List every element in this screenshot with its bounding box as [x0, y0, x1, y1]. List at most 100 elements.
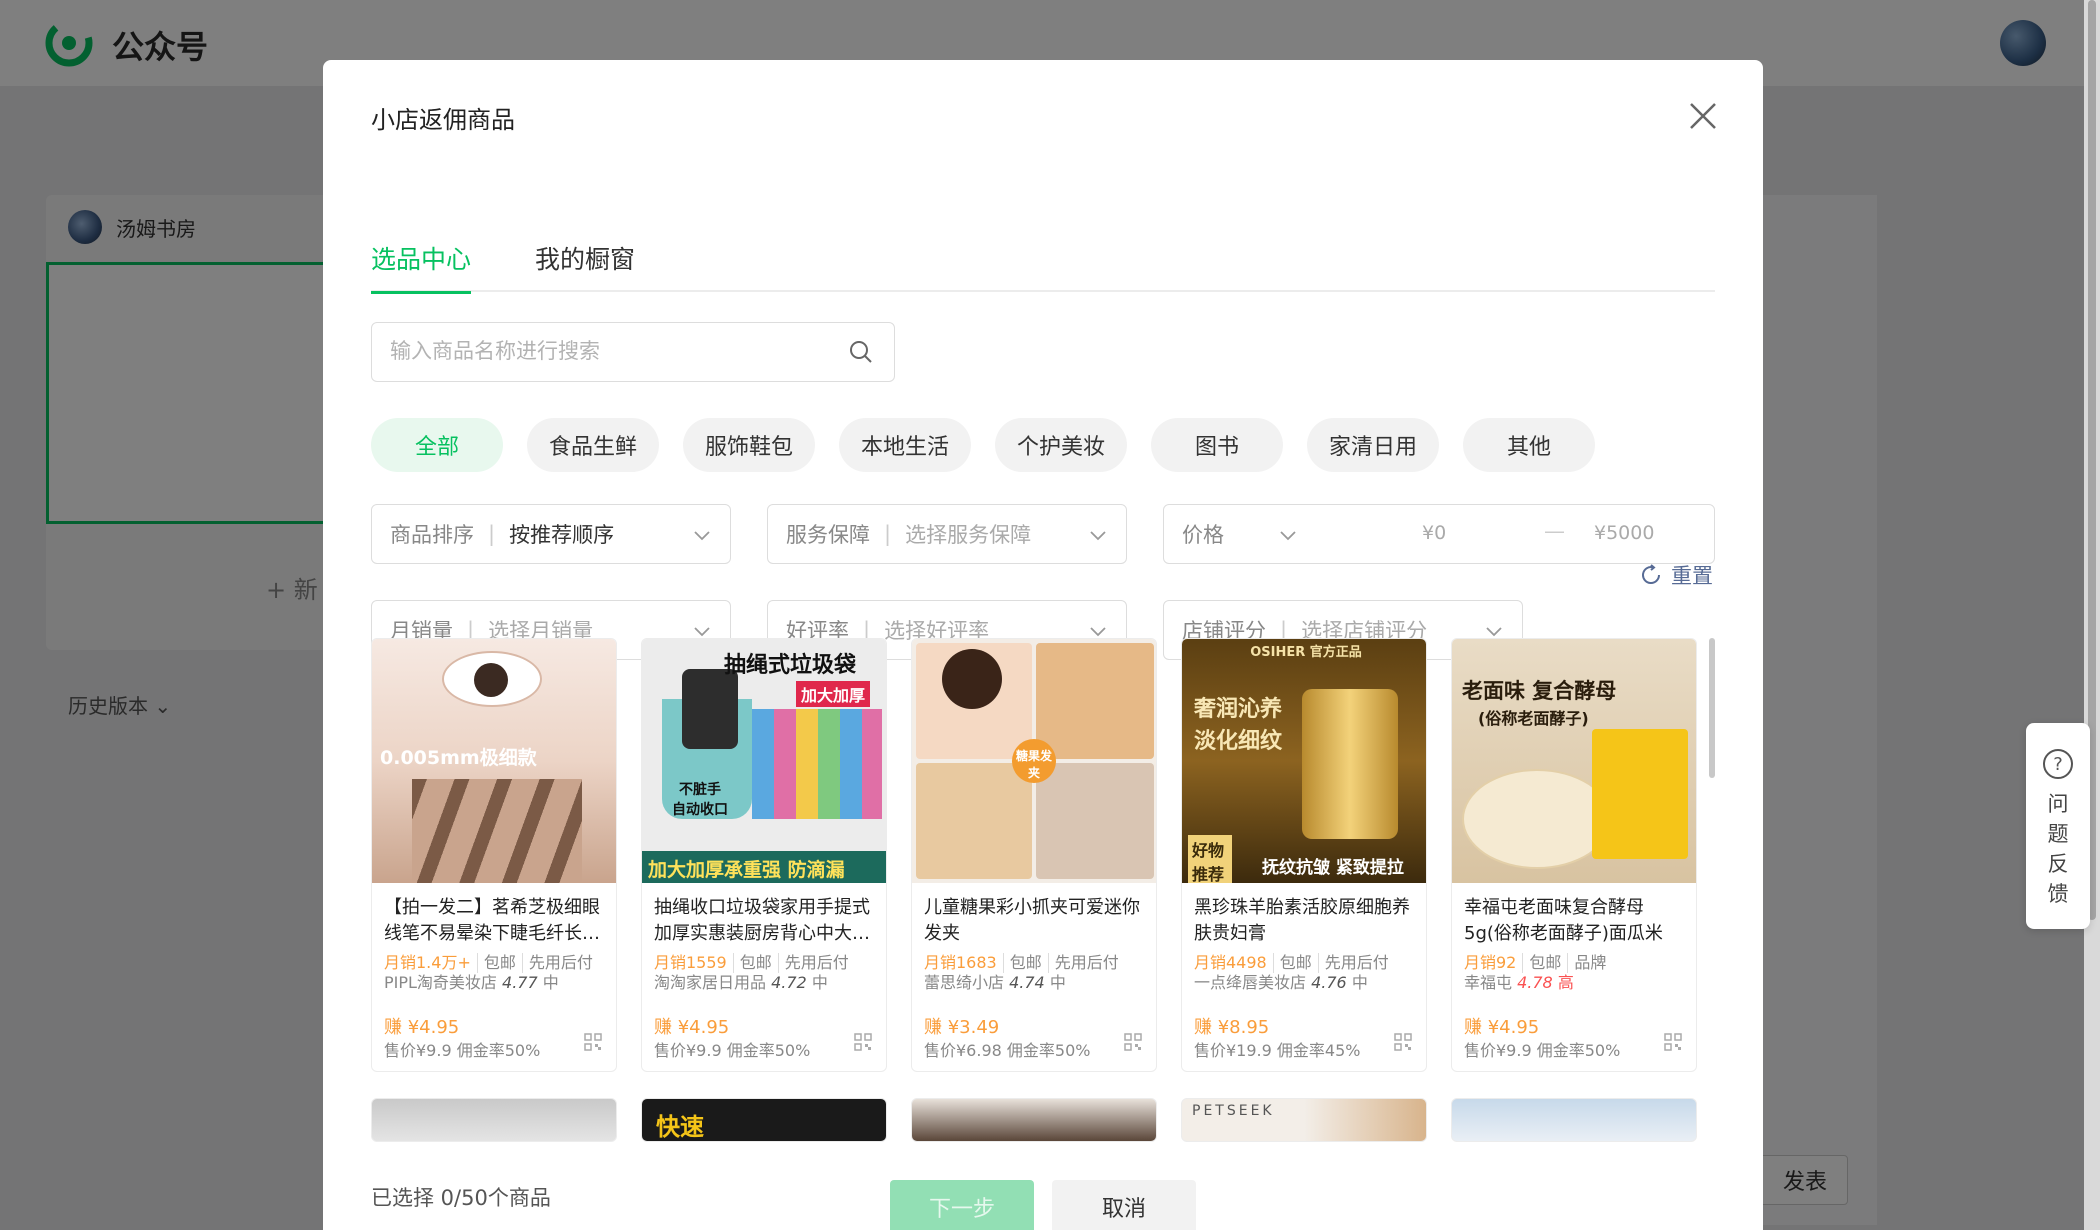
category-apparel[interactable]: 服饰鞋包	[683, 418, 815, 472]
tag-pay-later: 先用后付	[1317, 953, 1389, 973]
category-beauty[interactable]: 个护美妆	[995, 418, 1127, 472]
tab-selection-center[interactable]: 选品中心	[371, 180, 472, 294]
page-scrollbar[interactable]	[2084, 0, 2100, 1230]
tag-free-shipping: 包邮	[732, 953, 772, 973]
reset-label: 重置	[1671, 564, 1713, 588]
tag-free-shipping: 包邮	[1522, 953, 1561, 973]
product-card[interactable]: 抽绳式垃圾袋 加大加厚 不脏手 自动收口 加大加厚承重强 防滴漏 抽绳收口垃圾袋…	[641, 638, 887, 1072]
tag-brand: 品牌	[1567, 953, 1606, 973]
tab-my-showcase[interactable]: 我的橱窗	[535, 180, 635, 292]
price-commission: 售价¥6.98 佣金率50%	[924, 1041, 1091, 1060]
product-name: 幸福屯老面味复合酵母5g(俗称老面酵子)面瓜米酒…	[1464, 897, 1663, 944]
score-level: 中	[811, 973, 828, 992]
question-icon: ?	[2043, 749, 2073, 779]
chevron-down-icon	[694, 531, 710, 541]
close-icon[interactable]	[1685, 98, 1721, 134]
price-commission: 售价¥9.9 佣金率50%	[384, 1041, 541, 1060]
price-min-input[interactable]: ¥0	[1422, 522, 1446, 544]
tag-free-shipping: 包邮	[476, 953, 516, 973]
search-input[interactable]	[390, 323, 830, 379]
shop-name: PIPL淘奇美妆店	[384, 973, 497, 992]
product-meta: 月销1683 包邮 先用后付	[924, 953, 1144, 973]
category-all[interactable]: 全部	[371, 418, 503, 472]
category-local-life[interactable]: 本地生活	[839, 418, 971, 472]
tab-bar: 选品中心 我的橱窗	[371, 180, 1715, 294]
qr-code-icon[interactable]	[854, 1033, 872, 1051]
category-books[interactable]: 图书	[1151, 418, 1283, 472]
product-card[interactable]: 糖果发夹 儿童糖果彩小抓夹可爱迷你发夹 月销1683 包邮 先用后付 蕾思绮小店…	[911, 638, 1157, 1072]
monthly-sales: 月销4498	[1194, 953, 1267, 972]
monthly-sales: 月销1683	[924, 953, 997, 972]
shop-info: 一点绛唇美妆店 4.76 中	[1194, 973, 1414, 993]
product-image: 0.005mm极细款	[372, 639, 616, 883]
product-image: OSIHER 官方正品 奢润沁养 淡化细纹 好物推荐 抚纹抗皱 紧致提拉	[1182, 639, 1426, 883]
product-card[interactable]: 老面味 复合酵母 (俗称老面酵子) 幸福屯老面味复合酵母5g(俗称老面酵子)面瓜…	[1451, 638, 1697, 1072]
qr-code-icon[interactable]	[1124, 1033, 1142, 1051]
category-household[interactable]: 家清日用	[1307, 418, 1439, 472]
tag-pay-later: 先用后付	[777, 953, 849, 973]
qr-code-icon[interactable]	[584, 1033, 602, 1051]
category-food[interactable]: 食品生鲜	[527, 418, 659, 472]
product-card[interactable]	[911, 1098, 1157, 1142]
tag-free-shipping: 包邮	[1272, 953, 1312, 973]
product-meta: 月销1559 包邮 先用后付	[654, 953, 874, 973]
score-level: 中	[1351, 973, 1368, 992]
modal-title: 小店返佣商品	[371, 106, 515, 134]
product-card[interactable]: 快速	[641, 1098, 887, 1142]
product-name: 黑珍珠羊胎素活胶原细胞养肤贵妇膏	[1194, 897, 1410, 944]
product-card[interactable]	[371, 1098, 617, 1142]
reset-button[interactable]: 重置	[1639, 560, 1713, 590]
image-caption: 老面味 复合酵母	[1462, 679, 1617, 703]
chevron-down-icon[interactable]	[1278, 525, 1298, 545]
service-select[interactable]: 服务保障 | 选择服务保障	[767, 504, 1127, 564]
product-card[interactable]: PETSEEK	[1181, 1098, 1427, 1142]
product-name: 【拍一发二】茗希芝极细眼线笔不易晕染下睫毛纤长…	[384, 897, 600, 944]
shop-info: PIPL淘奇美妆店 4.77 中	[384, 973, 604, 993]
next-step-button[interactable]: 下一步	[890, 1180, 1034, 1230]
shop-name: 淘淘家居日用品	[654, 973, 767, 992]
shop-info: 蕾思绮小店 4.74 中	[924, 973, 1144, 993]
commission-earn: 赚 ¥3.49	[924, 1017, 1000, 1038]
sort-select[interactable]: 商品排序 | 按推荐顺序	[371, 504, 731, 564]
feedback-widget[interactable]: ? 问题反馈	[2026, 723, 2090, 929]
monthly-sales: 月销1559	[654, 953, 727, 972]
image-caption-4: 抚纹抗皱 紧致提拉	[1262, 858, 1404, 878]
image-caption: PETSEEK	[1192, 1103, 1275, 1119]
shop-info: 幸福屯 4.78 高	[1464, 973, 1684, 993]
service-placeholder: 选择服务保障	[905, 523, 1032, 547]
category-other[interactable]: 其他	[1463, 418, 1595, 472]
feedback-label: 问题反馈	[2047, 792, 2069, 906]
tag-free-shipping: 包邮	[1002, 953, 1042, 973]
product-grid: 0.005mm极细款 【拍一发二】茗希芝极细眼线笔不易晕染下睫毛纤长… 月销1.…	[371, 638, 1715, 1142]
monthly-sales: 月销92	[1464, 953, 1517, 972]
price-dash: —	[1544, 519, 1565, 543]
search-icon[interactable]	[848, 339, 874, 365]
commission-earn: 赚 ¥4.95	[384, 1017, 460, 1038]
image-caption-3: 好物推荐	[1188, 835, 1232, 883]
shop-name: 蕾思绮小店	[924, 973, 1005, 992]
shop-name: 一点绛唇美妆店	[1194, 973, 1307, 992]
score-level: 中	[542, 973, 559, 992]
tag-pay-later: 先用后付	[521, 953, 593, 973]
image-caption-4: 不脏手 自动收口	[672, 782, 728, 818]
product-card[interactable]	[1451, 1098, 1697, 1142]
cancel-button[interactable]: 取消	[1052, 1180, 1196, 1230]
qr-code-icon[interactable]	[1664, 1033, 1682, 1051]
price-max-input[interactable]: ¥5000	[1594, 522, 1654, 544]
shop-score: 4.78	[1517, 973, 1553, 992]
product-image: 糖果发夹	[912, 639, 1156, 883]
product-card[interactable]: OSIHER 官方正品 奢润沁养 淡化细纹 好物推荐 抚纹抗皱 紧致提拉 黑珍珠…	[1181, 638, 1427, 1072]
product-grid-scroll[interactable]: 0.005mm极细款 【拍一发二】茗希芝极细眼线笔不易晕染下睫毛纤长… 月销1.…	[371, 638, 1715, 1204]
image-caption: 抽绳式垃圾袋	[724, 653, 857, 678]
score-level: 中	[1049, 973, 1066, 992]
grid-scrollbar[interactable]	[1709, 638, 1715, 778]
monthly-sales: 月销1.4万+	[384, 953, 471, 972]
image-caption: 奢润沁养 淡化细纹	[1194, 697, 1283, 754]
image-caption-2: (俗称老面酵子)	[1478, 709, 1589, 728]
price-label: 价格	[1182, 523, 1224, 547]
product-card[interactable]: 0.005mm极细款 【拍一发二】茗希芝极细眼线笔不易晕染下睫毛纤长… 月销1.…	[371, 638, 617, 1072]
price-commission: 售价¥19.9 佣金率45%	[1194, 1041, 1361, 1060]
shop-name: 幸福屯	[1464, 973, 1513, 992]
qr-code-icon[interactable]	[1394, 1033, 1412, 1051]
commission-earn: 赚 ¥4.95	[654, 1017, 730, 1038]
